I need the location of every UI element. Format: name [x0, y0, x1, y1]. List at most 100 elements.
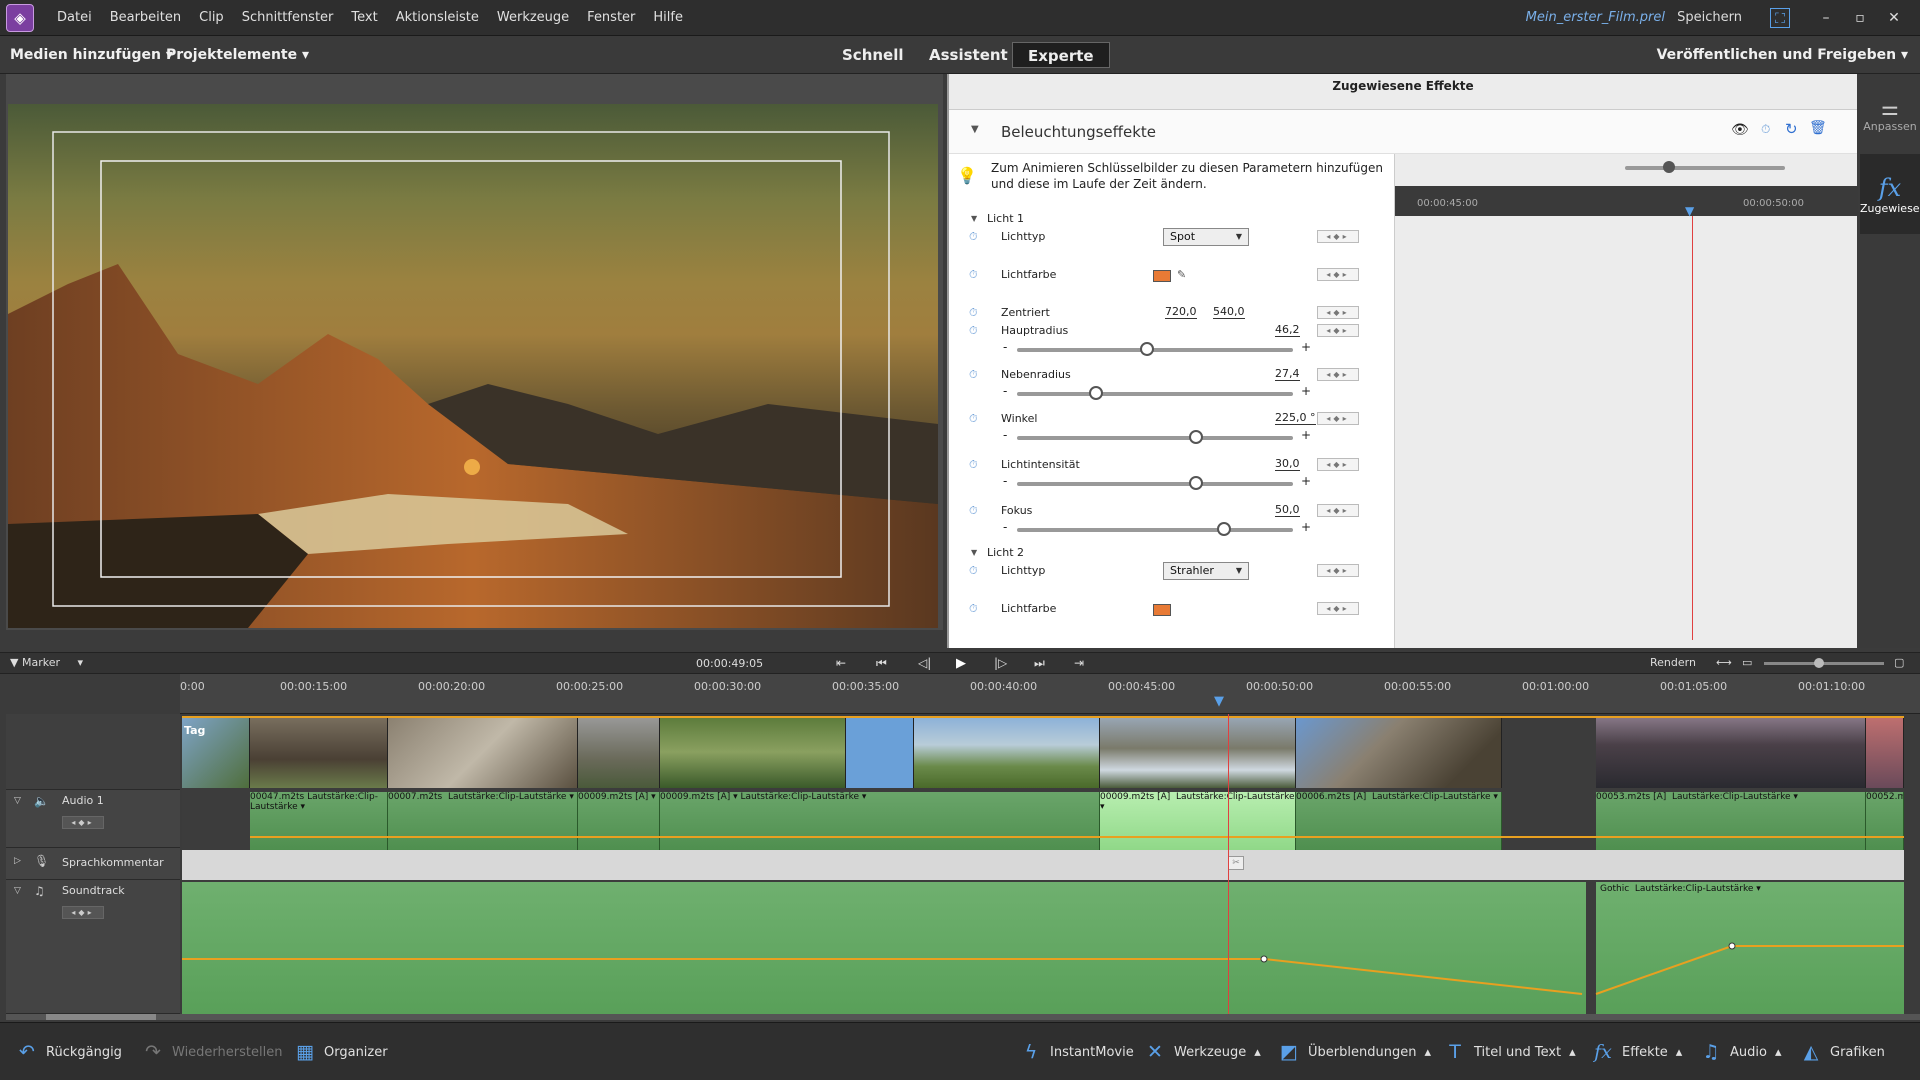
light-color-swatch[interactable]: [1153, 270, 1171, 282]
audio-clip[interactable]: 00053.m2ts [A] Lautstärke:Clip-Lautstärk…: [1596, 792, 1866, 850]
step-back-icon[interactable]: ◁|: [918, 656, 931, 670]
keyframe-nav[interactable]: ◂◆▸: [1317, 412, 1359, 425]
keyframe-nav[interactable]: ◂◆▸: [1317, 458, 1359, 471]
fokus-value[interactable]: 50,0: [1275, 504, 1300, 517]
intensitaet-value[interactable]: 30,0: [1275, 458, 1300, 471]
keyframe-nav[interactable]: ◂◆▸: [1317, 306, 1359, 319]
playhead-icon[interactable]: ▼: [1214, 694, 1224, 709]
audio-clip[interactable]: 00009.m2ts [A] ▾: [578, 792, 660, 850]
go-to-end-icon[interactable]: ⇥: [1074, 656, 1084, 670]
audio-volume-line[interactable]: [250, 836, 1904, 838]
audio-clip[interactable]: 00009.m2ts [A] ▾ Lautstärke:Clip-Lautstä…: [660, 792, 1100, 850]
zoom-out-icon[interactable]: ▭: [1742, 656, 1752, 669]
expand-arrow-icon[interactable]: ▷: [14, 856, 21, 866]
graphics-button[interactable]: ◭ Grafiken: [1800, 1041, 1885, 1063]
stopwatch-icon[interactable]: ⏱: [969, 368, 979, 381]
nebenradius-value[interactable]: 27,4: [1275, 368, 1300, 381]
slider-knob[interactable]: [1814, 658, 1824, 668]
timeline-ruler[interactable]: 0:00 00:00:15:00 00:00:20:00 00:00:25:00…: [180, 674, 1920, 714]
undo-button[interactable]: ↶ Rückgängig: [16, 1041, 122, 1063]
keyframe-nav[interactable]: ◂◆▸: [1317, 230, 1359, 243]
keyframe-nav[interactable]: ◂◆▸: [1317, 564, 1359, 577]
keyframe-nav[interactable]: ◂◆▸: [1317, 324, 1359, 337]
trash-icon[interactable]: 🗑: [1809, 120, 1827, 136]
video-clip[interactable]: [388, 716, 578, 788]
increase-icon[interactable]: +: [1301, 474, 1311, 488]
tab-assistent[interactable]: Assistent: [914, 42, 1023, 68]
keyframe-nav[interactable]: ◂◆▸: [1317, 368, 1359, 381]
eyedropper-icon[interactable]: ✎: [1177, 268, 1186, 281]
music-icon[interactable]: ♫: [34, 884, 45, 898]
voice-lane[interactable]: [182, 850, 1904, 880]
decrease-icon[interactable]: -: [1003, 474, 1007, 488]
decrease-icon[interactable]: -: [1003, 428, 1007, 442]
microphone-icon[interactable]: 🎙: [34, 854, 49, 868]
timeline-lanes[interactable]: Tag 00047.m2ts Lautstärke:Clip-Lautstärk…: [182, 714, 1904, 1014]
collapse-arrow-icon[interactable]: ▼: [971, 548, 977, 557]
menu-text[interactable]: Text: [342, 10, 386, 25]
reset-icon[interactable]: ↻: [1785, 120, 1798, 138]
titles-button[interactable]: T Titel und Text ▴: [1444, 1041, 1576, 1063]
menu-bearbeiten[interactable]: Bearbeiten: [101, 10, 190, 25]
eye-icon[interactable]: 👁: [1731, 122, 1749, 138]
video-clip[interactable]: [914, 716, 1100, 788]
keyframe-zoom-slider[interactable]: [1625, 161, 1785, 173]
stopwatch-icon[interactable]: ⏱: [969, 324, 979, 337]
menu-werkzeuge[interactable]: Werkzeuge: [488, 10, 578, 25]
winkel-slider[interactable]: [1017, 430, 1293, 444]
instantmovie-button[interactable]: ϟ InstantMovie: [1020, 1041, 1134, 1063]
lichttyp2-dropdown[interactable]: Strahler: [1163, 562, 1249, 580]
keyframe-nav[interactable]: ◂◆▸: [1317, 602, 1359, 615]
menu-hilfe[interactable]: Hilfe: [644, 10, 692, 25]
video-clip[interactable]: Tag: [182, 716, 250, 788]
tab-schnell[interactable]: Schnell: [827, 42, 919, 68]
video-clip[interactable]: [1100, 716, 1296, 788]
adjust-button[interactable]: ⚌ Anpassen: [1860, 74, 1920, 154]
hauptradius-value[interactable]: 46,2: [1275, 324, 1300, 337]
audio-clip-selected[interactable]: 00009.m2ts [A] Lautstärke:Clip-Lautstärk…: [1100, 792, 1296, 850]
stopwatch-icon[interactable]: ⏱: [969, 564, 979, 577]
video-clip[interactable]: [846, 716, 914, 788]
lichttyp-dropdown[interactable]: Spot: [1163, 228, 1249, 246]
stopwatch-icon[interactable]: ⏱: [969, 504, 979, 517]
increase-icon[interactable]: +: [1301, 384, 1311, 398]
video-preview[interactable]: [8, 104, 938, 628]
render-button[interactable]: Rendern: [1650, 656, 1696, 669]
collapse-arrow-icon[interactable]: ▼: [971, 124, 979, 135]
fokus-slider[interactable]: [1017, 522, 1293, 536]
organizer-button[interactable]: ▦ Organizer: [294, 1041, 388, 1063]
add-media-menu[interactable]: Medien hinzufügen ▾: [10, 47, 173, 63]
soundtrack-volume-curve[interactable]: [182, 882, 1904, 1014]
step-forward-icon[interactable]: |▷: [994, 656, 1007, 670]
next-edit-icon[interactable]: ⏭: [1034, 656, 1045, 671]
audio-clip[interactable]: 00052.m: [1866, 792, 1904, 850]
stopwatch-icon[interactable]: ⏱: [969, 306, 979, 319]
decrease-icon[interactable]: -: [1003, 340, 1007, 354]
increase-icon[interactable]: +: [1301, 428, 1311, 442]
keyframe-nav[interactable]: ◂◆▸: [62, 906, 104, 919]
video-clip[interactable]: [1596, 716, 1866, 788]
hauptradius-slider[interactable]: [1017, 342, 1293, 356]
stopwatch-icon[interactable]: ⏱: [969, 602, 979, 615]
center-x-value[interactable]: 720,0: [1165, 306, 1197, 319]
speaker-icon[interactable]: 🔈: [34, 794, 49, 808]
decrease-icon[interactable]: -: [1003, 520, 1007, 534]
fit-timeline-icon[interactable]: ⟷: [1716, 656, 1732, 669]
nebenradius-slider[interactable]: [1017, 386, 1293, 400]
slider-knob[interactable]: [1140, 342, 1154, 356]
collapse-arrow-icon[interactable]: ▼: [971, 214, 977, 223]
stopwatch-icon[interactable]: ⏱: [969, 230, 979, 243]
video-clip[interactable]: [1296, 716, 1502, 788]
keyframe-nav[interactable]: ◂◆▸: [1317, 504, 1359, 517]
redo-button[interactable]: ↷ Wiederherstellen: [142, 1041, 282, 1063]
audio-clip[interactable]: 00047.m2ts Lautstärke:Clip-Lautstärke ▾: [250, 792, 388, 850]
collapse-arrow-icon[interactable]: ▽: [14, 796, 21, 806]
menu-clip[interactable]: Clip: [190, 10, 233, 25]
audio-clip[interactable]: 00007.m2ts Lautstärke:Clip-Lautstärke ▾: [388, 792, 578, 850]
timeline-scrollbar[interactable]: [6, 1014, 1920, 1020]
stopwatch-icon[interactable]: ⏱: [969, 412, 979, 425]
effect-section-header[interactable]: ▼ Beleuchtungseffekte 👁 ⏱ ↻ 🗑: [949, 110, 1857, 154]
video-clip[interactable]: [660, 716, 846, 788]
menu-datei[interactable]: Datei: [48, 10, 101, 25]
save-button[interactable]: Speichern: [1677, 10, 1742, 25]
